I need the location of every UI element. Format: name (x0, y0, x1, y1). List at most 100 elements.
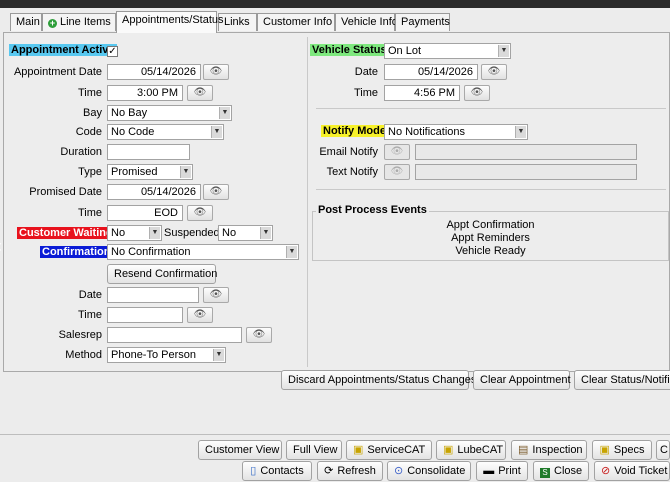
promised-time-field[interactable]: EOD (107, 205, 183, 221)
type-value: Promised (111, 166, 158, 178)
tab-customer-info[interactable]: Customer Info (257, 13, 335, 31)
list-item: Vehicle Ready (455, 245, 526, 257)
clear-appointment-button[interactable]: Clear Appointment (473, 370, 571, 390)
tab-line-items[interactable]: + Line Items (42, 13, 116, 31)
vehicle-status-label: Vehicle Status (310, 44, 389, 56)
salesrep-lookup-button[interactable]: 👁 (246, 327, 272, 343)
more-button[interactable]: C (656, 440, 670, 460)
confirm-date-picker-button[interactable]: 👁 (203, 287, 229, 303)
tab-main[interactable]: Main (10, 13, 42, 31)
tab-appointments-status[interactable]: Appointments/Status (116, 11, 224, 33)
notify-mode-value: No Notifications (388, 126, 466, 138)
bay-select[interactable]: No Bay ▼ (107, 105, 232, 121)
chevron-down-icon: ▼ (515, 126, 526, 138)
method-label: Method (65, 349, 102, 361)
tab-vehicle-info[interactable]: Vehicle Info (335, 13, 398, 31)
text-notify-button[interactable]: 👁 (384, 164, 410, 180)
promised-date-label: Promised Date (29, 186, 102, 198)
bay-label: Bay (83, 107, 102, 119)
chevron-down-icon: ▼ (149, 227, 160, 239)
appointment-time-field[interactable]: 3:00 PM (107, 85, 183, 101)
lubecat-icon: ▣ (443, 444, 454, 456)
tab-label: Customer Info (263, 16, 333, 28)
specs-button[interactable]: ▣ Specs (592, 440, 652, 460)
discard-changes-button[interactable]: Discard Appointments/Status Changes (281, 370, 476, 390)
customer-waiting-select[interactable]: No ▼ (107, 225, 162, 241)
button-label: LubeCAT (457, 444, 504, 456)
promised-date-field[interactable]: 05/14/2026 (107, 184, 201, 200)
status-time-label: Time (353, 87, 378, 99)
chevron-left-icon: ‹ (0, 236, 2, 257)
calendar-icon: 👁 (209, 186, 223, 197)
code-select[interactable]: No Code ▼ (107, 124, 224, 140)
post-process-events-list: Appt Confirmation Appt Reminders Vehicle… (312, 219, 669, 258)
calendar-icon: 👁 (209, 66, 223, 77)
lubecat-button[interactable]: ▣ LubeCAT (436, 440, 506, 460)
confirm-time-field[interactable] (107, 307, 183, 323)
button-label: Consolidate (407, 465, 466, 477)
appointment-active-checkbox[interactable]: ✓ (107, 46, 118, 57)
confirm-time-label: Time (77, 309, 102, 321)
salesrep-field[interactable] (107, 327, 242, 343)
code-label: Code (75, 126, 102, 138)
customer-waiting-label: Customer Waiting (17, 227, 115, 239)
appointment-time-picker-button[interactable]: 👁 (187, 85, 213, 101)
list-item: Appt Confirmation (446, 219, 535, 231)
button-label: Refresh (337, 465, 376, 477)
email-notify-label: Email Notify (319, 146, 378, 158)
tab-label: Main (16, 16, 40, 28)
close-button[interactable]: S Close (533, 461, 589, 481)
servicecat-button[interactable]: ▣ ServiceCAT (346, 440, 432, 460)
customer-view-button[interactable]: Customer View (198, 440, 282, 460)
clock-icon: 👁 (193, 309, 207, 320)
appointment-date-picker-button[interactable]: 👁 (203, 64, 229, 80)
contacts-button[interactable]: ▯ Contacts (242, 461, 312, 481)
suspended-select[interactable]: No ▼ (218, 225, 273, 241)
clear-status-notifications-button[interactable]: Clear Status/Notifica (574, 370, 670, 390)
consolidate-button[interactable]: ⊙ Consolidate (387, 461, 471, 481)
list-item: Appt Reminders (451, 232, 530, 244)
print-button[interactable]: ▬ Print (476, 461, 528, 481)
specs-icon: ▣ (599, 444, 610, 456)
tab-payments[interactable]: Payments (395, 13, 450, 31)
button-label: Specs (613, 444, 645, 456)
chevron-down-icon: ▼ (286, 246, 297, 258)
status-time-field[interactable]: 4:56 PM (384, 85, 460, 101)
void-icon: ⊘ (601, 465, 611, 477)
work-order-window: Main + Line Items Appointments/Status Lin… (0, 8, 670, 482)
duration-field[interactable] (107, 144, 190, 160)
promised-date-picker-button[interactable]: 👁 (203, 184, 229, 200)
calendar-icon: 👁 (209, 289, 223, 300)
status-time-picker-button[interactable]: 👁 (464, 85, 490, 101)
separator (0, 434, 670, 435)
method-select[interactable]: Phone-To Person ▼ (107, 347, 226, 363)
button-label: Contacts (260, 465, 304, 477)
promised-time-picker-button[interactable]: 👁 (187, 205, 213, 221)
confirm-time-picker-button[interactable]: 👁 (187, 307, 213, 323)
type-select[interactable]: Promised ▼ (107, 164, 193, 180)
resend-confirmation-button[interactable]: Resend Confirmation (107, 264, 217, 284)
vehicle-status-value: On Lot (388, 45, 422, 57)
bay-value: No Bay (111, 107, 148, 119)
full-view-button[interactable]: Full View (286, 440, 342, 460)
appointment-date-field[interactable]: 05/14/2026 (107, 64, 201, 80)
inspection-button[interactable]: ▤ Inspection (511, 440, 587, 460)
button-label: Void Ticket (614, 465, 668, 477)
print-icon: ▬ (483, 465, 495, 477)
void-ticket-button[interactable]: ⊘ Void Ticket (594, 461, 670, 481)
text-notify-label: Text Notify (326, 166, 378, 178)
refresh-button[interactable]: ⟳ Refresh (317, 461, 383, 481)
status-date-picker-button[interactable]: 👁 (481, 64, 507, 80)
confirm-date-label: Date (78, 289, 102, 301)
appointment-active-label: Appointment Active (9, 44, 117, 56)
email-notify-button[interactable]: 👁 (384, 144, 410, 160)
confirmation-select[interactable]: No Confirmation ▼ (107, 244, 299, 260)
text-notify-field[interactable] (415, 164, 637, 180)
status-date-field[interactable]: 05/14/2026 (384, 64, 478, 80)
confirm-date-field[interactable] (107, 287, 199, 303)
clock-icon: 👁 (193, 87, 207, 98)
notify-mode-select[interactable]: No Notifications ▼ (384, 124, 528, 140)
status-date-label: Date (354, 66, 378, 78)
email-notify-field[interactable] (415, 144, 637, 160)
vehicle-status-select[interactable]: On Lot ▼ (384, 43, 511, 59)
